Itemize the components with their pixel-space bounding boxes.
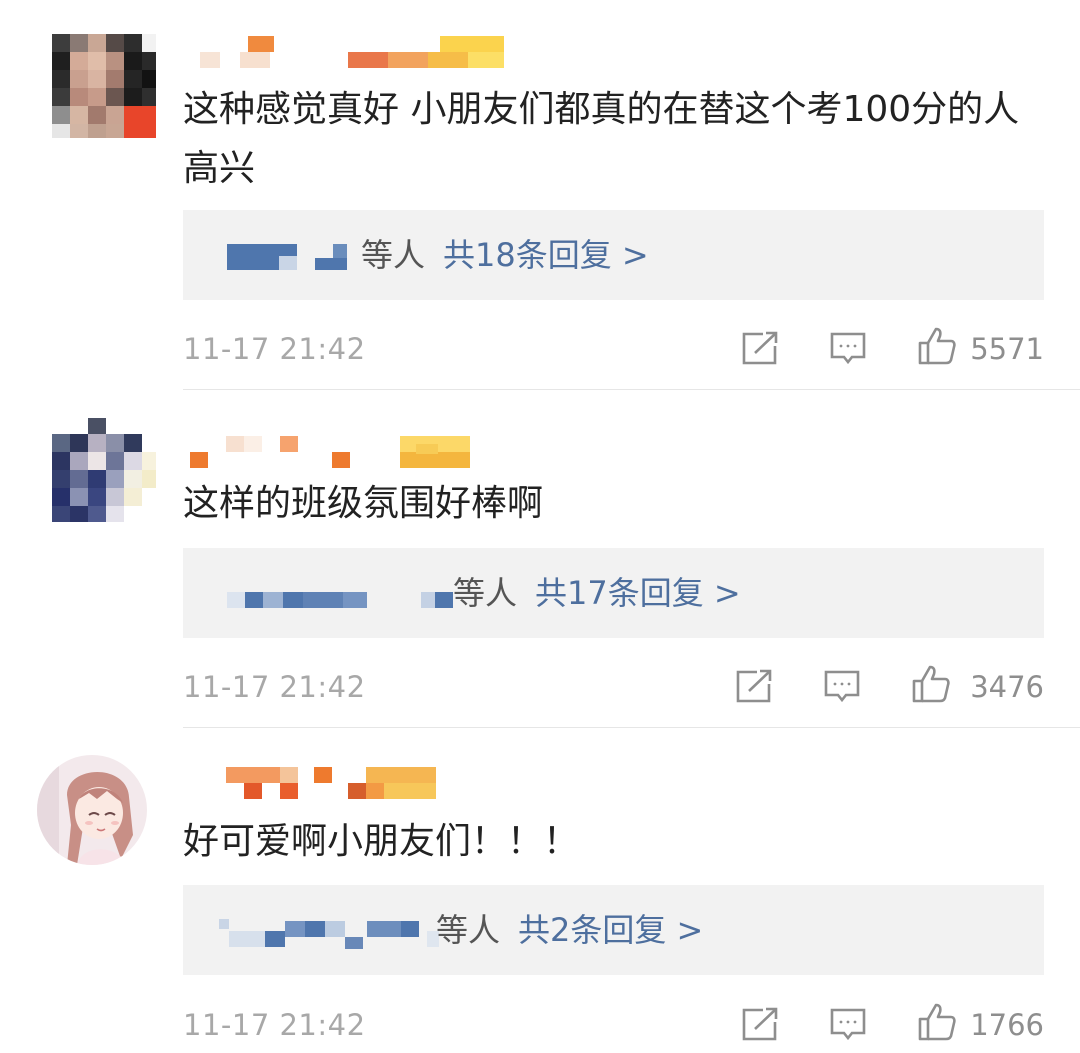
comment-text: 这样的班级氛围好棒啊	[183, 483, 544, 524]
comment-icon[interactable]	[829, 330, 867, 370]
timestamp: 11-17 21:42	[183, 332, 366, 366]
like-count: 5571	[970, 332, 1044, 366]
comment-meta: 11-17 21:42 1766	[183, 1002, 1044, 1046]
comment-icon[interactable]	[829, 1006, 867, 1046]
thumbs-up-icon[interactable]	[911, 664, 951, 708]
avatar[interactable]	[37, 755, 147, 865]
reply-who: 等人	[361, 236, 426, 274]
timestamp: 11-17 21:42	[183, 670, 366, 704]
username-pixelated[interactable]	[190, 765, 530, 799]
comment-text: 好可爱啊小朋友们！！！	[183, 821, 580, 862]
reply-summary[interactable]: 等人 共2条回复 >	[436, 908, 703, 952]
reply-preview[interactable]: 等人 共2条回复 >	[183, 885, 1044, 975]
reply-usernames-pixelated	[219, 919, 439, 949]
reply-count-link[interactable]: 共18条回复 >	[443, 236, 649, 274]
reply-who: 等人	[453, 574, 518, 612]
avatar-image	[37, 755, 147, 865]
avatar-image	[52, 418, 156, 522]
like-count: 3476	[970, 670, 1044, 704]
reply-usernames-pixelated	[227, 244, 357, 270]
reply-count-link[interactable]: 共17条回复 >	[535, 574, 741, 612]
username-pixelated[interactable]	[190, 34, 530, 68]
reply-summary[interactable]: 等人 共18条回复 >	[361, 233, 649, 277]
timestamp: 11-17 21:42	[183, 1008, 366, 1042]
like-count: 1766	[970, 1008, 1044, 1042]
comment-item: 这样的班级氛围好棒啊 等人 共17条回复 > 11-17 21:42 3476	[0, 390, 1080, 728]
thumbs-up-icon[interactable]	[917, 326, 957, 370]
share-icon[interactable]	[741, 330, 779, 370]
reply-who: 等人	[436, 911, 501, 949]
comment-icon[interactable]	[823, 668, 861, 708]
thumbs-up-icon[interactable]	[917, 1002, 957, 1046]
avatar[interactable]	[52, 418, 156, 522]
reply-preview[interactable]: 等人 共18条回复 >	[183, 210, 1044, 300]
reply-usernames-pixelated	[227, 582, 457, 608]
share-icon[interactable]	[735, 668, 773, 708]
avatar-image	[52, 34, 156, 138]
reply-summary[interactable]: 等人 共17条回复 >	[453, 571, 741, 615]
reply-count-link[interactable]: 共2条回复 >	[518, 911, 703, 949]
reply-preview[interactable]: 等人 共17条回复 >	[183, 548, 1044, 638]
username-pixelated[interactable]	[190, 434, 530, 468]
comment-meta: 11-17 21:42 3476	[183, 664, 1044, 708]
comment-meta: 11-17 21:42 5571	[183, 326, 1044, 370]
comment-item: 好可爱啊小朋友们！！！ 等人 共2条回复 > 11-17 21:42 1766	[0, 728, 1080, 1053]
avatar[interactable]	[52, 34, 156, 138]
comment-item: 这种感觉真好 小朋友们都真的在替这个考100分的人高兴 等人 共18条回复 > 1…	[0, 0, 1080, 390]
comment-text: 这种感觉真好 小朋友们都真的在替这个考100分的人高兴	[183, 89, 1020, 189]
share-icon[interactable]	[741, 1006, 779, 1046]
